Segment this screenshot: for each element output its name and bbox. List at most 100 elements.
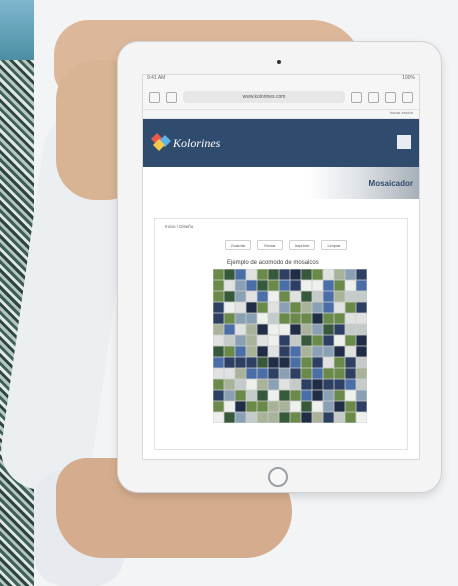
mosaic-tile (312, 291, 323, 302)
share-icon[interactable] (368, 91, 379, 103)
mosaic-tile (235, 368, 246, 379)
mosaic-tile (235, 390, 246, 401)
reload-icon[interactable] (351, 91, 362, 103)
mosaic-preview[interactable] (213, 269, 367, 423)
mosaic-tile (213, 346, 224, 357)
mosaic-tile (290, 379, 301, 390)
mosaic-tile (312, 269, 323, 280)
mosaic-tile (345, 412, 356, 423)
mosaic-tile (334, 412, 345, 423)
designer-panel: Inicio / Diseño Guardar Enviar Imprimir … (154, 218, 408, 450)
mosaic-tile (268, 269, 279, 280)
mosaic-tile (290, 269, 301, 280)
mosaic-tile (279, 357, 290, 368)
address-bar[interactable]: www.kolorines.com (183, 91, 345, 103)
mosaic-tile (279, 401, 290, 412)
send-button[interactable]: Enviar (257, 240, 283, 250)
mosaic-tile (279, 324, 290, 335)
mosaic-tile (279, 368, 290, 379)
mosaic-tile (356, 390, 367, 401)
mosaic-tile (334, 368, 345, 379)
mosaic-tile (213, 368, 224, 379)
mosaic-tile (290, 324, 301, 335)
mosaic-caption: Ejemplo de acomodo de mosaicos (227, 260, 319, 266)
mosaic-tile (268, 401, 279, 412)
add-tab-icon[interactable] (385, 91, 396, 103)
mosaic-tile (323, 302, 334, 313)
mosaic-tile (312, 401, 323, 412)
mosaic-tile (345, 401, 356, 412)
mosaic-tile (268, 390, 279, 401)
address-text: www.kolorines.com (242, 94, 286, 100)
mosaic-tile (257, 269, 268, 280)
mosaic-tile (213, 412, 224, 423)
mosaic-tile (279, 412, 290, 423)
mosaic-tile (246, 357, 257, 368)
background-sky (0, 0, 34, 60)
mosaic-tile (279, 313, 290, 324)
mosaic-tile (356, 302, 367, 313)
mosaic-tile (301, 346, 312, 357)
mosaic-tile (224, 346, 235, 357)
mosaic-tile (301, 302, 312, 313)
menu-button[interactable] (397, 135, 411, 149)
mosaic-tile (334, 291, 345, 302)
back-icon[interactable] (149, 91, 160, 103)
tabs-icon[interactable] (402, 91, 413, 103)
mosaic-tile (235, 291, 246, 302)
mosaic-tile (312, 335, 323, 346)
mosaic-tile (301, 324, 312, 335)
breadcrumb: Inicio / Diseño (165, 224, 194, 229)
mosaic-tile (290, 401, 301, 412)
login-link[interactable]: Iniciar sesión (390, 110, 413, 115)
clear-button[interactable]: Limpiar (321, 240, 347, 250)
mosaic-tile (246, 269, 257, 280)
mosaic-tile (235, 346, 246, 357)
mosaic-tile (334, 269, 345, 280)
save-button[interactable]: Guardar (225, 240, 251, 250)
mosaic-tile (224, 302, 235, 313)
bookmarks-icon[interactable] (166, 91, 177, 103)
home-button[interactable] (268, 467, 288, 487)
mosaic-tile (356, 346, 367, 357)
mosaic-tile (356, 368, 367, 379)
mosaic-tile (246, 346, 257, 357)
mosaic-tile (246, 280, 257, 291)
mosaic-tile (312, 368, 323, 379)
mosaic-tile (301, 390, 312, 401)
status-bar: 9:41 AM 100% (143, 75, 419, 85)
mosaic-tile (356, 412, 367, 423)
mosaic-tile (301, 313, 312, 324)
mosaic-tile (224, 335, 235, 346)
mosaic-tile (235, 379, 246, 390)
mosaic-tile (268, 313, 279, 324)
mosaic-tile (301, 280, 312, 291)
tablet-device: 9:41 AM 100% www.kolorines.com Iniciar s… (118, 42, 441, 492)
mosaic-tile (312, 357, 323, 368)
mosaic-tile (257, 379, 268, 390)
site-logo[interactable]: Kolorines (173, 136, 220, 151)
mosaic-tile (235, 313, 246, 324)
mosaic-tile (345, 357, 356, 368)
mosaic-tile (213, 401, 224, 412)
mosaic-tile (312, 313, 323, 324)
mosaic-tile (257, 412, 268, 423)
mosaic-tile (334, 335, 345, 346)
mosaic-tile (334, 324, 345, 335)
mosaic-tile (257, 368, 268, 379)
mosaic-tile (290, 346, 301, 357)
mosaic-tile (257, 324, 268, 335)
mosaic-tile (334, 401, 345, 412)
mosaic-tile (213, 379, 224, 390)
mosaic-tile (312, 302, 323, 313)
page-banner: Mosaicador (143, 167, 419, 199)
mosaic-tile (290, 357, 301, 368)
mosaic-tile (301, 269, 312, 280)
mosaic-tile (257, 401, 268, 412)
mosaic-tile (323, 291, 334, 302)
mosaic-tile (246, 379, 257, 390)
mosaic-tile (345, 302, 356, 313)
mosaic-tile (235, 280, 246, 291)
mosaic-tile (301, 335, 312, 346)
print-button[interactable]: Imprimir (289, 240, 315, 250)
